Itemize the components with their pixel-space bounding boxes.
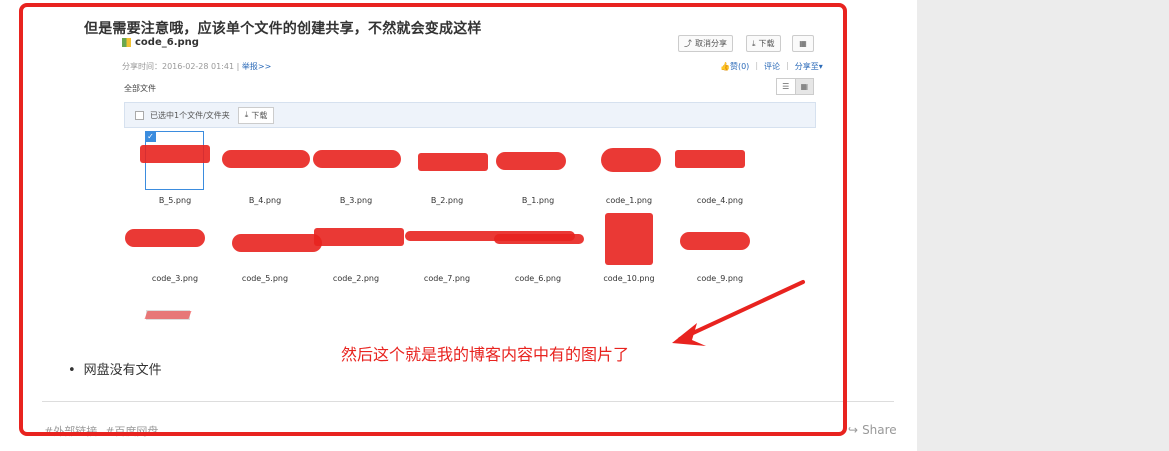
share-icon: ↪	[848, 423, 859, 437]
share-button[interactable]: ↪ Share	[848, 423, 897, 437]
highlight-frame	[19, 3, 847, 436]
share-label: Share	[862, 423, 897, 437]
